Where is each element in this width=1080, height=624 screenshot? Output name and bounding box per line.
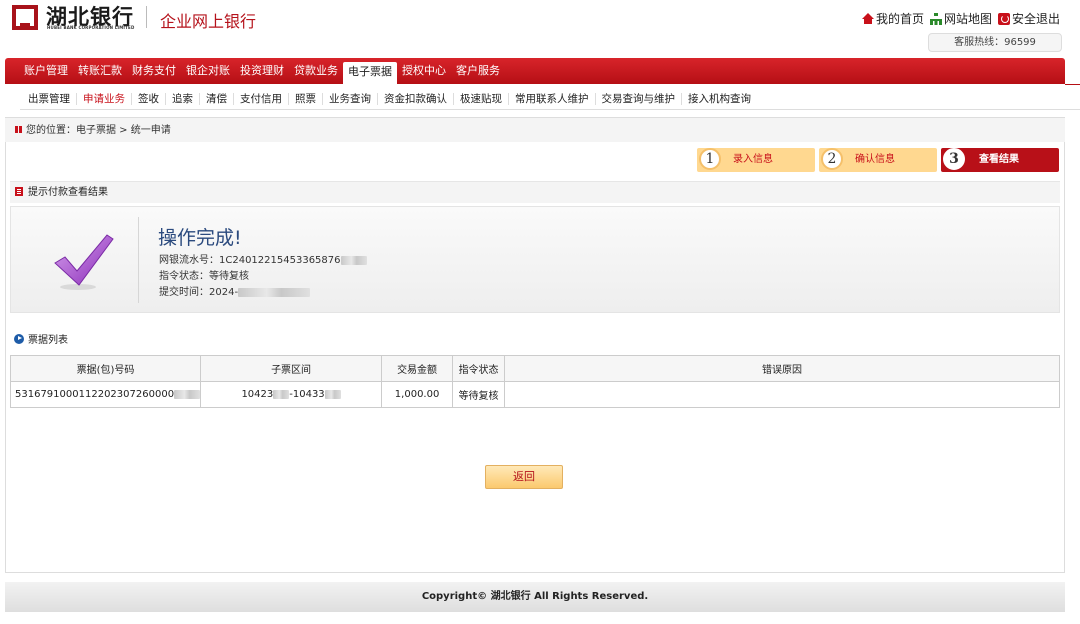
table-header-row: 票据(包)号码 子票区间 交易金额 指令状态 错误原因	[9, 355, 1060, 382]
home-icon	[861, 12, 874, 25]
status-cell: 等待复核	[452, 381, 506, 408]
status-label: 指令状态：	[159, 271, 209, 282]
step-confirm-info: 2 确认信息	[819, 148, 937, 172]
amount-cell: 1,000.00	[381, 381, 454, 408]
section-header: 提示付款查看结果	[10, 181, 1060, 203]
sub-nav-item[interactable]: 常用联系人维护	[509, 92, 596, 105]
breadcrumb: 您的位置：电子票据 > 统一申请	[5, 118, 1065, 142]
result-divider	[138, 217, 139, 303]
sub-nav-item[interactable]: 业务查询	[323, 92, 378, 105]
logout-link[interactable]: 安全退出	[997, 10, 1060, 27]
column-header: 错误原因	[504, 355, 1060, 382]
redacted-mask	[174, 389, 201, 399]
page-header: 湖北银行 HUBEI BANK CORPORATION LIMITED 企业网上…	[0, 0, 1080, 58]
submit-time-row: 提交时间：2024-	[159, 283, 311, 298]
status-row: 指令状态：等待复核	[159, 267, 249, 282]
sub-nav-item[interactable]: 签收	[132, 92, 166, 105]
redacted-mask	[324, 389, 341, 399]
main-nav-item[interactable]: 投资理财	[235, 60, 289, 82]
back-button[interactable]: 返回	[485, 465, 563, 489]
sub-nav-item[interactable]: 照票	[289, 92, 323, 105]
hotline-badge: 客服热线：96599	[928, 33, 1062, 52]
home-link-label: 我的首页	[875, 12, 924, 26]
sub-nav-item[interactable]: 接入机构查询	[682, 93, 757, 105]
sub-nav-item-active[interactable]: 申请业务	[77, 92, 132, 105]
nav-underline	[1065, 84, 1080, 85]
bank-logo-english: HUBEI BANK CORPORATION LIMITED	[47, 25, 135, 30]
column-header: 交易金额	[381, 355, 454, 382]
main-nav-item[interactable]: 贷款业务	[289, 60, 343, 82]
home-link[interactable]: 我的首页	[861, 10, 924, 27]
step-label: 确认信息	[855, 154, 895, 165]
page-footer: Copyright© 湖北银行 All Rights Reserved.	[5, 582, 1065, 612]
submit-time-value: 2024-	[209, 287, 239, 298]
step-view-result: 3 查看结果	[941, 148, 1059, 172]
result-panel: 操作完成! 网银流水号：1C24012215453365876 指令状态：等待复…	[10, 206, 1060, 313]
breadcrumb-text: 您的位置：电子票据 > 统一申请	[26, 125, 171, 136]
document-icon	[15, 186, 23, 196]
sitemap-icon	[929, 13, 942, 25]
redacted-mask	[340, 255, 367, 265]
sub-nav-item[interactable]: 支付信用	[234, 92, 289, 105]
step-label: 查看结果	[979, 154, 1019, 165]
range-start: 10423	[241, 389, 274, 400]
arrow-circle-icon	[14, 333, 24, 344]
main-nav-item-active[interactable]: 电子票据	[343, 62, 397, 84]
main-nav-item[interactable]: 账户管理	[19, 60, 73, 82]
sub-range-cell: 10423 -10433	[200, 381, 383, 408]
column-header: 指令状态	[452, 355, 506, 382]
logo-divider	[146, 6, 147, 28]
sub-nav-item[interactable]: 资金扣款确认	[378, 92, 454, 105]
sub-nav-item[interactable]: 追索	[166, 92, 200, 105]
main-nav-item[interactable]: 授权中心	[397, 60, 451, 82]
top-links: 我的首页 网站地图 安全退出	[861, 10, 1060, 27]
main-nav-item[interactable]: 客户服务	[451, 60, 505, 82]
main-nav-item[interactable]: 财务支付	[127, 60, 181, 82]
ticket-table: 票据(包)号码 子票区间 交易金额 指令状态 错误原因 531679100011…	[9, 355, 1060, 408]
checkmark-icon	[54, 234, 114, 290]
submit-time-label: 提交时间：	[159, 287, 209, 298]
sitemap-link-label: 网站地图	[943, 12, 992, 26]
column-header: 票据(包)号码	[9, 355, 202, 382]
location-icon	[15, 125, 22, 133]
error-reason-cell	[504, 381, 1060, 408]
section-title: 提示付款查看结果	[28, 187, 108, 198]
sub-nav: 出票管理 申请业务 签收 追索 清偿 支付信用 照票 业务查询 资金扣款确认 极…	[20, 88, 1080, 110]
range-end: -10433	[289, 389, 325, 400]
step-number: 3	[943, 148, 965, 170]
sub-nav-item[interactable]: 交易查询与维护	[596, 92, 682, 105]
column-header: 子票区间	[200, 355, 383, 382]
result-title: 操作完成!	[158, 227, 242, 249]
sub-nav-item[interactable]: 出票管理	[20, 92, 77, 105]
main-nav-item[interactable]: 转账汇款	[73, 60, 127, 82]
step-label: 录入信息	[733, 154, 773, 165]
sub-nav-item[interactable]: 极速贴现	[454, 92, 509, 105]
site-subtitle: 企业网上银行	[160, 12, 257, 31]
sitemap-link[interactable]: 网站地图	[929, 10, 992, 27]
ticket-number-cell: 5316791000112202307260000	[9, 381, 202, 408]
main-nav-item[interactable]: 银企对账	[181, 60, 235, 82]
redacted-mask	[238, 287, 311, 297]
logout-icon	[997, 12, 1010, 25]
step-number: 1	[699, 148, 721, 170]
sub-nav-item[interactable]: 清偿	[200, 92, 234, 105]
serial-number-value: 1C24012215453365876	[219, 255, 341, 266]
ticket-number: 5316791000112202307260000	[15, 389, 175, 400]
redacted-mask	[273, 389, 290, 399]
serial-number-row: 网银流水号：1C24012215453365876	[159, 251, 367, 266]
bank-logo-icon	[12, 5, 38, 30]
serial-number-label: 网银流水号：	[159, 255, 219, 266]
step-enter-info: 1 录入信息	[697, 148, 815, 172]
ticket-list-header: 票据列表	[14, 331, 68, 346]
step-number: 2	[821, 148, 843, 170]
status-value: 等待复核	[209, 271, 249, 282]
logout-link-label: 安全退出	[1011, 12, 1060, 26]
main-nav: 账户管理 转账汇款 财务支付 银企对账 投资理财 贷款业务 电子票据 授权中心 …	[5, 58, 1065, 84]
ticket-list-title: 票据列表	[28, 335, 68, 346]
table-row: 5316791000112202307260000 10423 -10433 1,…	[9, 381, 1060, 408]
